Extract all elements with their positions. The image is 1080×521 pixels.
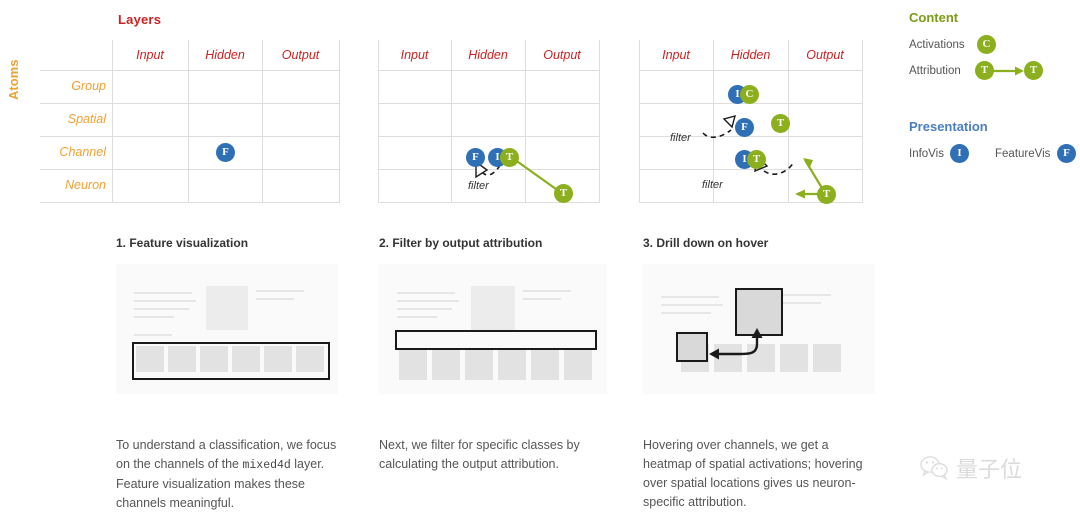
row-header-group: Group [71, 79, 106, 93]
legend-label-attribution: Attribution [909, 65, 961, 77]
col-header-output: Output [806, 48, 844, 62]
matrix-grid-1: Input Hidden Output Group Spatial Channe… [40, 40, 340, 203]
row-header-channel: Channel [59, 145, 106, 159]
step-caption-3: Hovering over channels, we get a heatmap… [643, 438, 863, 509]
grid-hline [40, 202, 340, 203]
badge-activations[interactable]: C [977, 35, 996, 54]
badge-attribution-from[interactable]: T [975, 61, 994, 80]
filter-label-lower: filter [702, 179, 723, 191]
fx-hero-image [206, 286, 248, 330]
badge-infovis[interactable]: I [950, 144, 969, 163]
fx-thumb [432, 350, 460, 380]
grid-vline [862, 40, 863, 202]
fx-line [397, 300, 459, 302]
badge-featurevis[interactable]: F [466, 148, 485, 167]
grid-vline [339, 40, 340, 202]
col-header-hidden: Hidden [468, 48, 508, 62]
col-header-input: Input [662, 48, 690, 62]
fx-thumb [564, 350, 592, 380]
grid-vline [599, 40, 600, 202]
grid-hline [378, 169, 600, 170]
badge-attribution-lower[interactable]: T [747, 150, 766, 169]
step-title-2: 2. Filter by output attribution [379, 236, 543, 250]
step-card-2: 2. Filter by output attribution Next, we… [379, 236, 607, 471]
fx-thumb [498, 350, 526, 380]
step-card-3: 3. Drill down on hover Hovering over cha… [643, 236, 875, 509]
col-header-output: Output [281, 48, 320, 62]
watermark: 量子位 [920, 452, 1022, 484]
legend-row-attribution: Attribution T T [909, 61, 1079, 95]
fx-line [397, 292, 455, 294]
highlight-box-attribution-bar [395, 330, 597, 350]
legend-heading-content: Content [909, 10, 959, 25]
filter-label-upper: filter [670, 132, 691, 144]
grid-hline [378, 103, 600, 104]
page-root: Layers Atoms Input Hidden Output Group S… [0, 0, 1080, 521]
legend: Content Activations C Attribution T T Pr… [909, 10, 1079, 170]
legend-row-activations: Activations C [909, 35, 1079, 61]
col-header-input: Input [136, 48, 164, 62]
step-caption-2: Next, we filter for specific classes by … [379, 438, 580, 471]
filter-label: filter [468, 180, 489, 192]
layers-title: Layers [118, 12, 162, 27]
legend-label-infovis: InfoVis [909, 148, 944, 160]
highlight-box-channels [132, 342, 330, 380]
legend-label-activations: Activations [909, 39, 965, 51]
col-header-output: Output [543, 48, 581, 62]
wechat-icon [920, 456, 948, 481]
fx-line [397, 316, 437, 318]
badge-activations[interactable]: C [740, 85, 759, 104]
grid-hline [378, 70, 600, 71]
legend-heading-presentation: Presentation [909, 119, 988, 134]
badge-attribution-output[interactable]: T [817, 185, 836, 204]
step-image-3[interactable] [643, 264, 875, 394]
matrix-panel-3: Input Hidden Output I T T F I C T filter… [639, 40, 863, 204]
row-header-spatial: Spatial [67, 112, 106, 126]
step-title-3: 3. Drill down on hover [643, 236, 769, 250]
badge-featurevis[interactable]: F [1057, 144, 1076, 163]
badge-featurevis[interactable]: F [216, 143, 235, 162]
fx-thumb [465, 350, 493, 380]
fx-line [397, 308, 452, 310]
step-card-1: 1. Feature visualization To understand a… [116, 236, 338, 510]
fx-line [134, 334, 172, 336]
atoms-axis-label: Atoms [6, 59, 21, 100]
matrix-panel-2: Input Hidden Output F I T T filter [378, 40, 600, 203]
grid-hline [378, 136, 600, 137]
badge-attribution[interactable]: T [500, 148, 519, 167]
col-header-hidden: Hidden [205, 48, 245, 62]
fx-line [134, 308, 189, 310]
fx-line [256, 298, 294, 300]
step-image-2[interactable] [379, 264, 607, 394]
grid-hline [639, 169, 863, 170]
fx-line [134, 316, 174, 318]
fx-line [134, 292, 192, 294]
badge-featurevis[interactable]: F [735, 118, 754, 137]
step-image-1[interactable] [116, 264, 338, 394]
hover-arrows [709, 328, 763, 360]
row-header-neuron: Neuron [65, 178, 106, 192]
step-title-1: 1. Feature visualization [116, 236, 249, 250]
col-header-input: Input [400, 48, 429, 62]
matrix-panel-1: Input Hidden Output Group Spatial Channe… [40, 40, 340, 203]
badge-attribution-upper[interactable]: T [771, 114, 790, 133]
legend-label-featurevis: FeatureVis [995, 148, 1051, 160]
fx-thumb [399, 350, 427, 380]
fx-hero-image [471, 286, 515, 332]
badge-attribution-output[interactable]: T [554, 184, 573, 203]
caption-code-layer: mixed4d [242, 459, 291, 472]
attribution-arrow-icon [993, 66, 1024, 76]
fx-thumb [531, 350, 559, 380]
fx-line [523, 290, 571, 292]
step-caption-1: To understand a classification, we focus… [116, 436, 338, 513]
grid-hline [639, 70, 863, 71]
matrix-grid-2: Input Hidden Output [378, 40, 600, 203]
col-header-hidden: Hidden [730, 48, 771, 62]
fx-line [256, 290, 304, 292]
legend-row-presentation: InfoVis I FeatureVis F [909, 144, 1079, 170]
fx-line [523, 298, 561, 300]
watermark-text: 量子位 [956, 458, 1023, 483]
fx-line [134, 300, 196, 302]
